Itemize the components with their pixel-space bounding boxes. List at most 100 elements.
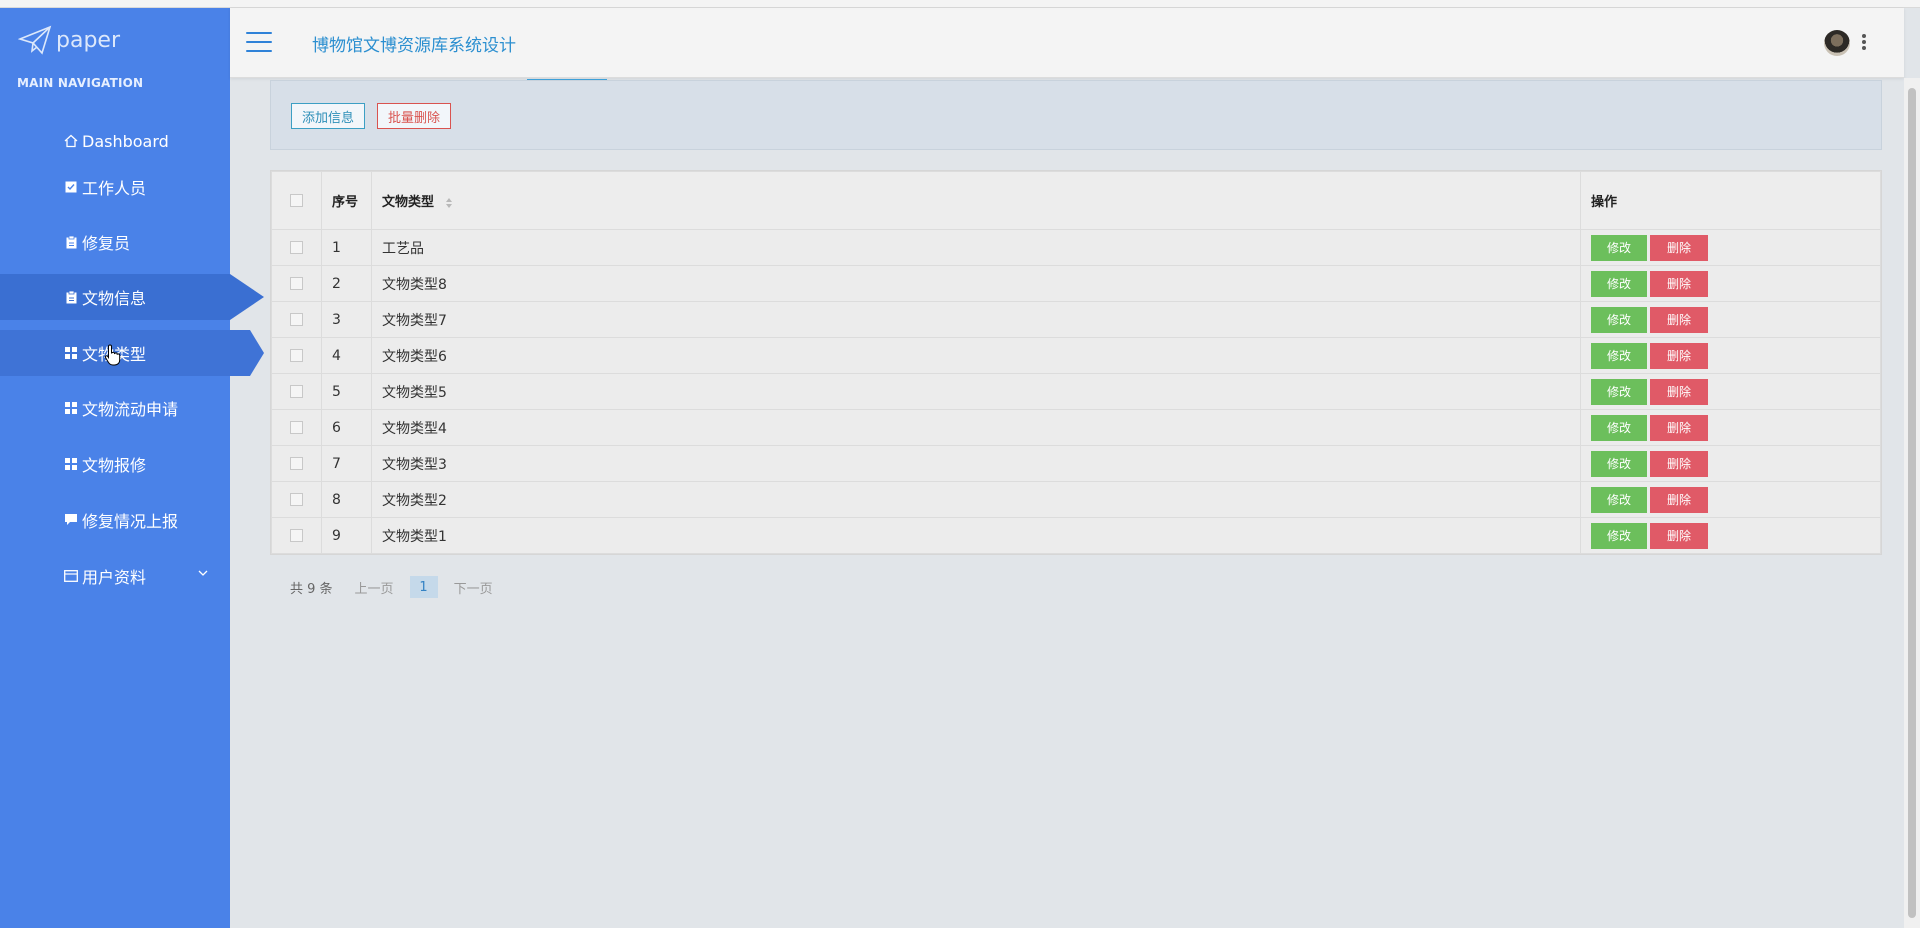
column-header-type[interactable]: 文物类型 xyxy=(371,171,1581,230)
row-index: 5 xyxy=(321,373,372,410)
row-relic-type: 文物类型7 xyxy=(371,301,1581,338)
sidebar-item-relic-repair[interactable]: 文物报修 xyxy=(0,441,230,487)
table-row: 9 文物类型1 修改 删除 xyxy=(271,517,1881,554)
delete-button[interactable]: 删除 xyxy=(1650,450,1708,477)
clipboard-icon xyxy=(64,235,78,249)
more-vertical-icon[interactable] xyxy=(1862,34,1866,50)
row-relic-type: 文物类型4 xyxy=(371,409,1581,446)
sidebar-item-dashboard[interactable]: Dashboard xyxy=(0,118,230,164)
row-select-cell xyxy=(271,265,322,302)
screen: paper MAIN NAVIGATION Dashboard 工作人员 修复员 xyxy=(0,0,1920,928)
row-actions: 修改 删除 xyxy=(1580,265,1881,302)
add-info-button[interactable]: 添加信息 xyxy=(291,103,366,129)
sort-icon[interactable] xyxy=(445,197,453,209)
row-checkbox[interactable] xyxy=(290,493,303,506)
delete-button[interactable]: 删除 xyxy=(1650,378,1708,405)
row-checkbox[interactable] xyxy=(290,349,303,362)
next-page-button[interactable]: 下一页 xyxy=(454,578,493,597)
data-table: 序号 文物类型 操作 1 工艺品 修改 删除 2 文物类型8 修改 删除 3 文物类型7 修改 删除 4… xyxy=(270,170,1882,555)
top-strip xyxy=(0,0,1920,8)
row-checkbox[interactable] xyxy=(290,241,303,254)
row-index: 2 xyxy=(321,265,372,302)
edit-button[interactable]: 修改 xyxy=(1591,342,1647,369)
edit-button[interactable]: 修改 xyxy=(1591,234,1647,261)
delete-button[interactable]: 删除 xyxy=(1650,522,1708,549)
row-actions: 修改 删除 xyxy=(1580,517,1881,554)
row-index: 9 xyxy=(321,517,372,554)
sidebar-item-restorer[interactable]: 修复员 xyxy=(0,219,230,265)
menu-toggle-icon[interactable] xyxy=(246,32,272,52)
sidebar-item-label: 修复情况上报 xyxy=(82,512,179,531)
row-relic-type: 文物类型8 xyxy=(371,265,1581,302)
select-all-checkbox[interactable] xyxy=(290,194,303,207)
comment-icon xyxy=(64,513,78,527)
sidebar-item-label: 修复员 xyxy=(82,234,131,253)
row-select-cell xyxy=(271,481,322,518)
row-index: 4 xyxy=(321,337,372,374)
column-header-type-label: 文物类型 xyxy=(382,195,435,210)
page-number-current[interactable]: 1 xyxy=(409,576,438,598)
edit-button[interactable]: 修改 xyxy=(1591,450,1647,477)
row-actions: 修改 删除 xyxy=(1580,373,1881,410)
row-select-cell xyxy=(271,373,322,410)
row-checkbox[interactable] xyxy=(290,385,303,398)
scrollbar[interactable] xyxy=(1904,78,1920,928)
row-checkbox[interactable] xyxy=(290,277,303,290)
row-select-cell xyxy=(271,229,322,266)
toolbar-panel: 添加信息 批量删除 xyxy=(270,80,1882,150)
sidebar-item-label: Dashboard xyxy=(82,131,169,151)
row-select-cell xyxy=(271,337,322,374)
row-checkbox[interactable] xyxy=(290,313,303,326)
sidebar-item-label: 文物信息 xyxy=(82,289,147,308)
edit-button[interactable]: 修改 xyxy=(1591,378,1647,405)
sidebar-item-user-profile[interactable]: 用户资料 xyxy=(0,553,230,599)
delete-button[interactable]: 删除 xyxy=(1650,270,1708,297)
column-header-index: 序号 xyxy=(321,171,372,230)
sidebar-item-relic-info[interactable]: 文物信息 xyxy=(0,274,264,320)
batch-delete-button[interactable]: 批量删除 xyxy=(377,103,452,129)
row-index: 7 xyxy=(321,445,372,482)
edit-button[interactable]: 修改 xyxy=(1591,270,1647,297)
delete-button[interactable]: 删除 xyxy=(1650,486,1708,513)
row-checkbox[interactable] xyxy=(290,457,303,470)
delete-button[interactable]: 删除 xyxy=(1650,342,1708,369)
edit-button[interactable]: 修改 xyxy=(1591,486,1647,513)
nav-section-header: MAIN NAVIGATION xyxy=(17,76,144,90)
sidebar-item-label: 文物报修 xyxy=(82,456,147,475)
table-row: 2 文物类型8 修改 删除 xyxy=(271,265,1881,302)
clipboard-icon xyxy=(64,290,78,304)
edit-button[interactable]: 修改 xyxy=(1591,306,1647,333)
grid-icon xyxy=(64,457,78,471)
edit-button[interactable]: 修改 xyxy=(1591,414,1647,441)
column-header-ops: 操作 xyxy=(1580,171,1881,230)
app-title: 博物馆文博资源库系统设计 xyxy=(312,36,516,56)
home-icon xyxy=(64,134,78,148)
row-checkbox[interactable] xyxy=(290,421,303,434)
table-row: 4 文物类型6 修改 删除 xyxy=(271,337,1881,374)
edit-button[interactable]: 修改 xyxy=(1591,522,1647,549)
row-actions: 修改 删除 xyxy=(1580,229,1881,266)
scrollbar-thumb[interactable] xyxy=(1908,88,1916,918)
row-relic-type: 文物类型3 xyxy=(371,445,1581,482)
sidebar-item-repair-report[interactable]: 修复情况上报 xyxy=(0,497,230,543)
row-checkbox[interactable] xyxy=(290,529,303,542)
delete-button[interactable]: 删除 xyxy=(1650,414,1708,441)
check-square-icon xyxy=(64,180,78,194)
sidebar-item-relic-transfer[interactable]: 文物流动申请 xyxy=(0,385,230,431)
paper-plane-icon xyxy=(18,25,52,55)
row-relic-type: 文物类型1 xyxy=(371,517,1581,554)
delete-button[interactable]: 删除 xyxy=(1650,306,1708,333)
header: 博物馆文博资源库系统设计 xyxy=(230,8,1904,78)
row-index: 3 xyxy=(321,301,372,338)
header-select-all xyxy=(271,171,322,230)
prev-page-button[interactable]: 上一页 xyxy=(355,578,394,597)
sidebar-item-label: 工作人员 xyxy=(82,179,147,198)
logo[interactable]: paper xyxy=(18,22,120,58)
avatar[interactable] xyxy=(1824,30,1850,56)
row-relic-type: 文物类型6 xyxy=(371,337,1581,374)
row-index: 6 xyxy=(321,409,372,446)
delete-button[interactable]: 删除 xyxy=(1650,234,1708,261)
sidebar-item-staff[interactable]: 工作人员 xyxy=(0,164,230,210)
grid-icon xyxy=(64,401,78,415)
row-actions: 修改 删除 xyxy=(1580,409,1881,446)
